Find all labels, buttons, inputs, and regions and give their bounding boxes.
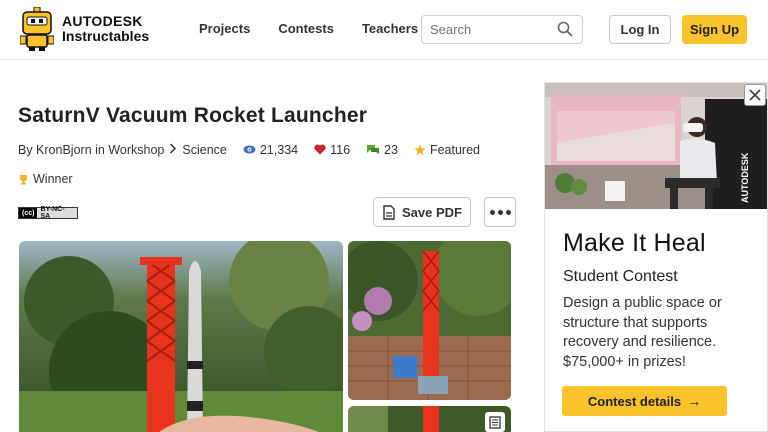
views-stat: 21,334 xyxy=(243,143,298,157)
views-count: 21,334 xyxy=(259,142,299,157)
winner-label: Winner xyxy=(33,172,73,186)
favorites-count: 116 xyxy=(330,142,351,157)
comments-count: 23 xyxy=(384,142,398,157)
save-pdf-label: Save PDF xyxy=(402,204,462,220)
main-project-photo[interactable] xyxy=(19,241,343,432)
nav-teachers[interactable]: Teachers xyxy=(362,21,418,36)
favorites-stat[interactable]: 116 xyxy=(314,143,350,157)
robot-mascot-icon xyxy=(19,6,55,51)
main-nav: Projects Contests Teachers xyxy=(199,21,446,36)
contest-ad[interactable]: AUTODESK Make It Heal Student Contest De… xyxy=(544,82,768,432)
ad-title: Make It Heal xyxy=(563,229,706,257)
winner-badge: Winner xyxy=(18,172,73,186)
save-pdf-button[interactable]: Save PDF xyxy=(373,197,471,227)
instructables-logo[interactable]: AUTODESK Instructables xyxy=(19,6,150,51)
site-header: AUTODESK Instructables Projects Contests… xyxy=(0,0,768,60)
pdf-file-icon xyxy=(383,204,395,220)
project-photo-thumbnail[interactable] xyxy=(348,241,511,400)
login-button[interactable]: Log In xyxy=(609,15,671,44)
dot xyxy=(505,209,511,215)
author-byline[interactable]: By KronBjorn in Workshop xyxy=(18,143,164,157)
search-icon[interactable] xyxy=(557,21,573,37)
page-title: SaturnV Vacuum Rocket Launcher xyxy=(18,104,368,127)
featured-badge: Featured xyxy=(414,143,480,157)
more-options-button[interactable] xyxy=(484,197,516,227)
trophy-icon xyxy=(20,174,27,184)
comment-icon xyxy=(367,144,380,154)
signup-button[interactable]: Sign Up xyxy=(682,15,747,44)
eye-icon xyxy=(243,145,256,154)
article-meta: By KronBjorn in Workshop Science 21,334 … xyxy=(18,142,480,157)
heart-icon xyxy=(314,144,326,155)
creative-commons-icon: (cc) xyxy=(19,208,38,218)
dot xyxy=(497,209,503,215)
category-link[interactable]: Science xyxy=(182,143,226,157)
dot xyxy=(489,209,495,215)
chevron-right-icon xyxy=(169,142,177,157)
license-text: BY-NC-SA xyxy=(40,206,65,220)
featured-label: Featured xyxy=(429,142,480,157)
gallery-icon[interactable] xyxy=(485,412,505,432)
logo-autodesk-text: AUTODESK xyxy=(62,13,143,29)
close-icon[interactable] xyxy=(744,84,766,106)
star-icon xyxy=(414,144,426,155)
logo-instructables-text: Instructables xyxy=(62,28,150,44)
ad-banner-text: AUTODESK xyxy=(740,152,750,203)
nav-contests[interactable]: Contests xyxy=(278,21,334,36)
ad-description: Design a public space or structure that … xyxy=(563,295,722,370)
comments-stat[interactable]: 23 xyxy=(366,143,398,157)
contest-details-label: Contest details xyxy=(587,393,682,409)
ad-subtitle: Student Contest xyxy=(563,268,678,285)
ad-photo: AUTODESK xyxy=(545,83,767,209)
nav-projects[interactable]: Projects xyxy=(199,21,250,36)
contest-details-button[interactable]: Contest details → xyxy=(562,386,727,416)
license-badge[interactable]: (cc) BY-NC-SA xyxy=(18,206,78,220)
arrow-right-icon: → xyxy=(687,393,702,409)
